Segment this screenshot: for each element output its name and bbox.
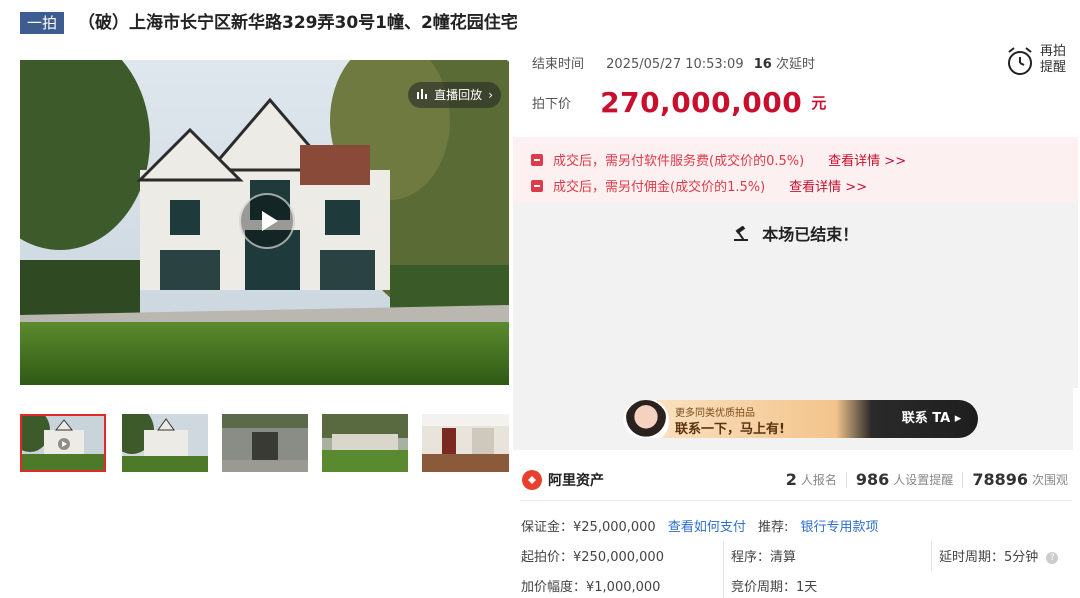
page-title: （破）上海市长宁区新华路329弄30号1幢、2幢花园住宅 (78, 13, 518, 33)
alarm-clock-icon[interactable] (1006, 46, 1034, 80)
view-label: 次围观 (1031, 473, 1068, 487)
chevron-right-icon: › (488, 88, 493, 102)
brand-stats-row: 阿里资产 2 人报名 986 人设置提醒 78896 次围观 (520, 466, 1072, 501)
live-replay-button[interactable]: 直播回放 › (408, 82, 501, 108)
stats-divider (845, 471, 847, 488)
fee-notice-box: 成交后，需另付软件服务费(成交价的0.5%) 查看详情 >> 成交后，需另付佣金… (513, 137, 1078, 203)
thumbnail-2[interactable] (122, 414, 208, 472)
notice-detail-link[interactable]: 查看详情 >> (828, 150, 906, 169)
brand-name: 阿里资产 (548, 473, 604, 489)
auction-ended-status: 本场已结束！ (513, 221, 1078, 245)
remind-label-1: 再拍 (1040, 44, 1067, 59)
notice-detail-link[interactable]: 查看详情 >> (789, 176, 867, 195)
auction-round-badge: 一拍 (20, 12, 64, 34)
view-count: 78896 (972, 470, 1028, 489)
play-video-button[interactable] (239, 193, 295, 249)
remind-label-2: 提醒 (1040, 60, 1067, 75)
notice-text: 成交后，需另付佣金(成交价的1.5%) (553, 180, 766, 195)
end-time-value: 2025/05/27 10:53:09 (606, 57, 744, 72)
end-time-label: 结束时间 (532, 57, 585, 72)
help-icon[interactable]: ? (1046, 551, 1059, 564)
contact-maintext: 联系一下，马上有! (675, 422, 785, 437)
thumbnail-1[interactable] (20, 414, 106, 472)
chart-bars-icon (416, 82, 428, 108)
end-time-row: 结束时间 2025/05/27 10:53:09 16 次延时 (532, 53, 815, 72)
extension-count: 16 (753, 57, 772, 72)
contact-subtext: 更多同类优质拍品 (675, 408, 755, 419)
extension-suffix: 次延时 (775, 57, 815, 72)
price-value: 270,000,000 (600, 86, 803, 119)
delay-period-row: 延时周期：5分钟 ? (939, 546, 1059, 565)
ali-assets-logo-icon (522, 470, 542, 490)
thumbnail-4[interactable] (322, 414, 408, 472)
recommend-label: 推荐: (758, 520, 789, 535)
reminder-label: 人设置提醒 (893, 473, 954, 487)
thumbnail-3[interactable] (222, 414, 308, 472)
rebid-remind-button[interactable]: 再拍 提醒 (1040, 44, 1066, 76)
contact-banner[interactable]: 更多同类优质拍品 联系一下，马上有! 联系 TA ▸ (623, 400, 978, 438)
main-property-image[interactable]: 直播回放 › (20, 60, 509, 385)
stats-divider (962, 471, 964, 488)
play-icon (262, 211, 278, 231)
auction-status-panel: 本场已结束！ (513, 203, 1078, 388)
price-unit: 元 (811, 94, 827, 112)
notice-icon (531, 153, 543, 166)
info-divider (931, 541, 932, 571)
reminder-count: 986 (855, 470, 890, 489)
procedure: 程序：清算 (731, 550, 797, 565)
final-price-row: 拍下价 270,000,000 元 (532, 86, 826, 119)
notice-text: 成交后，需另付软件服务费(成交价的0.5%) (553, 154, 805, 169)
signup-label: 人报名 (800, 473, 837, 487)
start-price: 起拍价：¥250,000,000 (521, 550, 664, 565)
contact-strip: 更多同类优质拍品 联系一下，马上有! 联系 TA ▸ (513, 388, 1073, 450)
deposit-text: 保证金：¥25,000,000 (521, 520, 656, 535)
notice-row: 成交后，需另付佣金(成交价的1.5%) 查看详情 >> (531, 176, 867, 195)
price-label: 拍下价 (532, 97, 572, 112)
notice-row: 成交后，需另付软件服务费(成交价的0.5%) 查看详情 >> (531, 150, 906, 169)
agent-avatar (623, 400, 669, 438)
bid-increment: 加价幅度：¥1,000,000 (521, 580, 661, 595)
thumbnail-5[interactable] (422, 414, 509, 472)
notice-icon (531, 179, 543, 192)
recommend-link[interactable]: 银行专用款项 (801, 520, 879, 535)
live-replay-label: 直播回放 (434, 88, 483, 102)
info-divider (723, 541, 724, 598)
how-to-pay-link[interactable]: 查看如何支付 (668, 520, 746, 535)
auction-ended-text: 本场已结束！ (762, 225, 859, 244)
gavel-icon (733, 225, 763, 244)
bid-period: 竞价周期：1天 (731, 580, 818, 595)
signup-count: 2 (785, 470, 797, 489)
deposit-row: 保证金：¥25,000,000 查看如何支付 推荐: 银行专用款项 (521, 516, 879, 535)
delay-period: 延时周期：5分钟 (939, 550, 1039, 565)
auction-stats: 2 人报名 986 人设置提醒 78896 次围观 (786, 470, 1068, 489)
contact-agent-button[interactable]: 联系 TA ▸ (885, 400, 978, 438)
